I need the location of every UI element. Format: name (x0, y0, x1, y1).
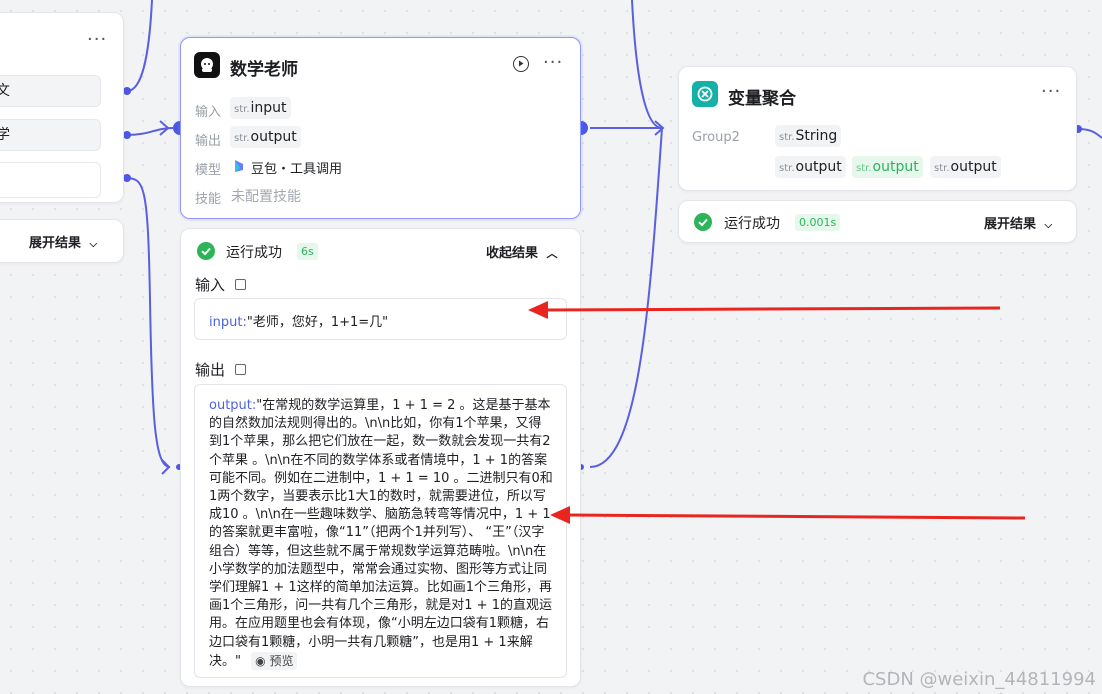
edge-top-to-agg (631, 0, 663, 129)
run-status-text: 运行成功 (724, 216, 780, 232)
model-value: 豆包・工具调用 (251, 162, 343, 177)
run-time-badge: 6s (297, 243, 318, 260)
red-arrow-input (544, 306, 1001, 312)
output-param-tag: str.output (230, 126, 301, 148)
str-type-label: str. (856, 163, 872, 174)
left-node-field: 学 (0, 119, 101, 151)
chevron-up-icon: ︿ (546, 247, 558, 260)
chevron-down-icon: ⌵ (89, 239, 98, 250)
collapse-result-label: 收起结果 (486, 246, 539, 261)
arrowhead-math-bottom (161, 459, 171, 475)
port-dot (123, 131, 131, 139)
more-icon[interactable]: ··· (87, 29, 107, 50)
variable-name: output (795, 159, 842, 175)
param-name: input (250, 100, 287, 116)
expand-result-button[interactable]: 展开结果 ⌵ (984, 213, 1052, 232)
success-check-icon (694, 213, 712, 231)
output-row-label: 输出 (195, 134, 222, 149)
str-type-label: str. (779, 132, 795, 143)
variable-tag: str.output (775, 156, 846, 178)
str-type-label: str. (934, 163, 950, 174)
input-value-box: input:"老师，您好，1+1=几" (194, 298, 567, 340)
variable-aggregate-node[interactable]: 变量聚合 ··· Group2 str.String str.output st… (678, 66, 1077, 191)
math-result-panel: 运行成功 6s 收起结果 ︿ 输入 input:"老师，您好，1+1=几" 输出… (180, 228, 581, 687)
input-key: input (209, 315, 243, 330)
skill-value: 未配置技能 (231, 189, 301, 205)
aggregate-icon (692, 81, 718, 107)
aggregate-result-bar: 运行成功 0.001s 展开结果 ⌵ (678, 200, 1077, 243)
edge-left-to-math (126, 127, 174, 136)
left-node-field (0, 162, 101, 198)
variable-name: output (950, 159, 997, 175)
edge-left-to-math-output (126, 177, 171, 468)
expand-result-label: 展开结果 (29, 236, 82, 251)
watermark-text: CSDN @weixin_44811994 (862, 669, 1096, 690)
input-kv: input:"老师，您好，1+1=几" (209, 315, 389, 330)
str-type-label: str. (779, 163, 795, 174)
copy-icon[interactable] (235, 364, 246, 375)
output-value: "在常规的数学运算里，1 + 1 = 2 。这是基于基本的自然数加法规则得出的。… (209, 398, 553, 669)
port-dot (123, 87, 131, 95)
str-type-label: str. (234, 104, 250, 115)
preview-button[interactable]: ◉ 预览 (251, 651, 298, 671)
node-title: 数学老师 (230, 60, 298, 80)
arrowhead-agg-in (654, 120, 665, 136)
output-kv: output:"在常规的数学运算里，1 + 1 = 2 。这是基于基本的自然数加… (209, 398, 553, 671)
variable-name: output (872, 159, 919, 175)
left-node-result-bar[interactable]: 展开结果 ⌵ (0, 219, 124, 263)
success-check-icon (197, 242, 215, 260)
variable-tag: str.output (930, 156, 1001, 178)
output-key: output (209, 398, 252, 413)
expand-result-label: 展开结果 (984, 217, 1037, 232)
input-row-label: 输入 (195, 105, 222, 120)
skill-row-label: 技能 (195, 192, 222, 207)
param-name: output (250, 129, 297, 145)
edge-left-top (126, 0, 153, 92)
eye-icon: ◉ (255, 653, 266, 668)
chevron-down-icon: ⌵ (1044, 220, 1053, 231)
input-value: "老师，您好，1+1=几" (246, 315, 389, 330)
input-section-title: 输入 (195, 276, 226, 294)
run-play-icon[interactable] (513, 56, 529, 72)
math-teacher-node[interactable]: 数学老师 ··· 输入 str.input 输出 str.output 模型 豆… (180, 37, 581, 219)
variable-tag-active: str.output (852, 156, 923, 178)
doubao-model-icon (233, 158, 245, 172)
edge-output-to-agg (589, 127, 663, 468)
group-label: Group2 (692, 130, 740, 145)
output-section-title: 输出 (195, 361, 226, 379)
output-value-box: output:"在常规的数学运算里，1 + 1 = 2 。这是基于基本的自然数加… (194, 384, 567, 678)
collapse-result-button[interactable]: 收起结果 ︿ (486, 242, 558, 261)
str-type-label: str. (234, 133, 250, 144)
node-title: 变量聚合 (728, 89, 796, 109)
input-param-tag: str.input (230, 97, 291, 119)
bot-avatar-icon (194, 52, 220, 78)
group-type-tag: str.String (775, 125, 842, 147)
preview-label: 预览 (269, 653, 294, 668)
model-row-label: 模型 (195, 163, 222, 178)
red-arrow-output (567, 513, 1026, 520)
more-icon[interactable]: ··· (543, 52, 563, 73)
expand-result-button[interactable]: 展开结果 ⌵ (29, 232, 97, 251)
group-type: String (795, 128, 838, 144)
run-status-text: 运行成功 (226, 245, 282, 261)
port-dot (123, 174, 131, 182)
left-node-card[interactable]: ··· 文 学 (0, 12, 124, 203)
run-time-badge: 0.001s (795, 214, 841, 231)
left-node-field: 文 (0, 75, 101, 107)
edge-agg-out (1077, 128, 1102, 139)
more-icon[interactable]: ··· (1041, 81, 1061, 102)
arrowhead-math-in (159, 120, 170, 136)
copy-icon[interactable] (235, 279, 246, 290)
